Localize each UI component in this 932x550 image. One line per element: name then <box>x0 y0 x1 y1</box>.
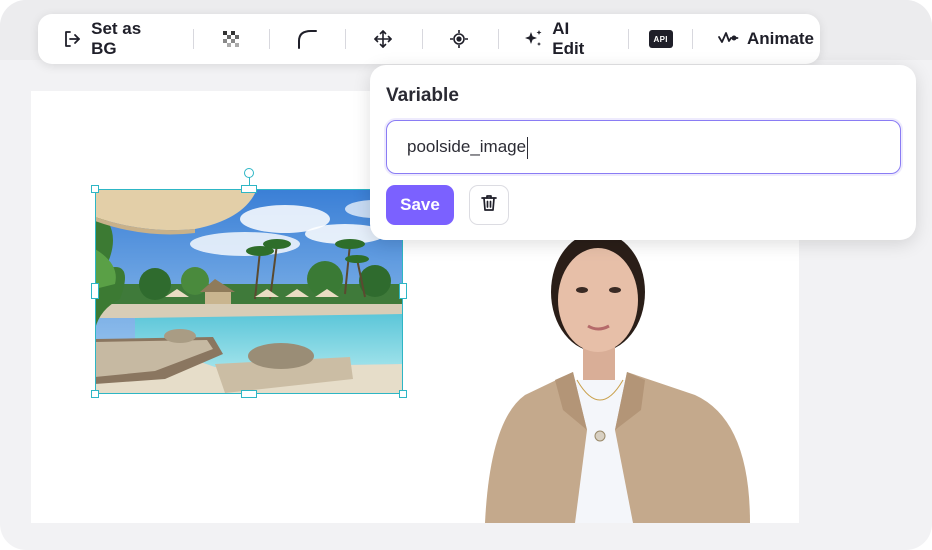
app-frame: Set as BG AI Edit API Animate Variable p… <box>0 0 932 550</box>
exit-icon <box>62 28 84 50</box>
set-as-bg-label: Set as BG <box>91 19 142 58</box>
api-button[interactable]: API <box>643 21 679 57</box>
resize-handle-top[interactable] <box>241 185 257 193</box>
resize-handle-top-left[interactable] <box>91 185 99 193</box>
popover-title: Variable <box>386 85 459 106</box>
resize-handle-bottom-right[interactable] <box>399 390 407 398</box>
trash-icon <box>479 193 499 218</box>
api-icon: API <box>648 30 673 48</box>
toolbar-divider <box>692 29 694 49</box>
ai-edit-button[interactable]: AI Edit <box>516 19 610 58</box>
transparency-button[interactable] <box>214 21 248 57</box>
toolbar-divider <box>421 29 423 49</box>
ai-edit-label: AI Edit <box>552 19 585 58</box>
animate-label: Animate <box>746 29 815 48</box>
toolbar-divider <box>497 29 499 49</box>
rotate-handle[interactable] <box>244 168 254 178</box>
api-badge-text: API <box>653 34 668 44</box>
variable-name-input[interactable]: poolside_image <box>386 120 901 174</box>
corner-radius-icon <box>296 28 318 50</box>
toolbar-divider <box>627 29 629 49</box>
text-caret <box>527 136 529 159</box>
focus-button[interactable] <box>442 21 476 57</box>
save-button[interactable]: Save <box>386 185 454 225</box>
move-icon <box>372 28 394 50</box>
animate-icon <box>717 28 739 50</box>
corner-radius-button[interactable] <box>290 21 324 57</box>
focus-icon <box>448 28 470 50</box>
set-as-bg-button[interactable]: Set as BG <box>56 19 176 58</box>
resize-handle-left[interactable] <box>91 283 99 299</box>
element-toolbar: Set as BG AI Edit API Animate <box>38 14 820 64</box>
resize-handle-right[interactable] <box>399 283 407 299</box>
variable-popover: Variable poolside_image Save <box>370 65 916 240</box>
resize-handle-bottom[interactable] <box>241 390 257 398</box>
transparency-icon <box>220 28 242 50</box>
variable-name-value: poolside_image <box>407 137 527 156</box>
animate-button[interactable]: Animate <box>711 21 820 57</box>
move-button[interactable] <box>366 21 400 57</box>
toolbar-divider <box>193 29 195 49</box>
resize-handle-bottom-left[interactable] <box>91 390 99 398</box>
delete-button[interactable] <box>469 185 509 225</box>
toolbar-divider <box>345 29 347 49</box>
save-label: Save <box>400 195 440 214</box>
pool-image[interactable] <box>95 189 403 394</box>
toolbar-divider <box>269 29 271 49</box>
sparkles-icon <box>522 28 544 50</box>
avatar-presenter[interactable] <box>455 230 755 523</box>
